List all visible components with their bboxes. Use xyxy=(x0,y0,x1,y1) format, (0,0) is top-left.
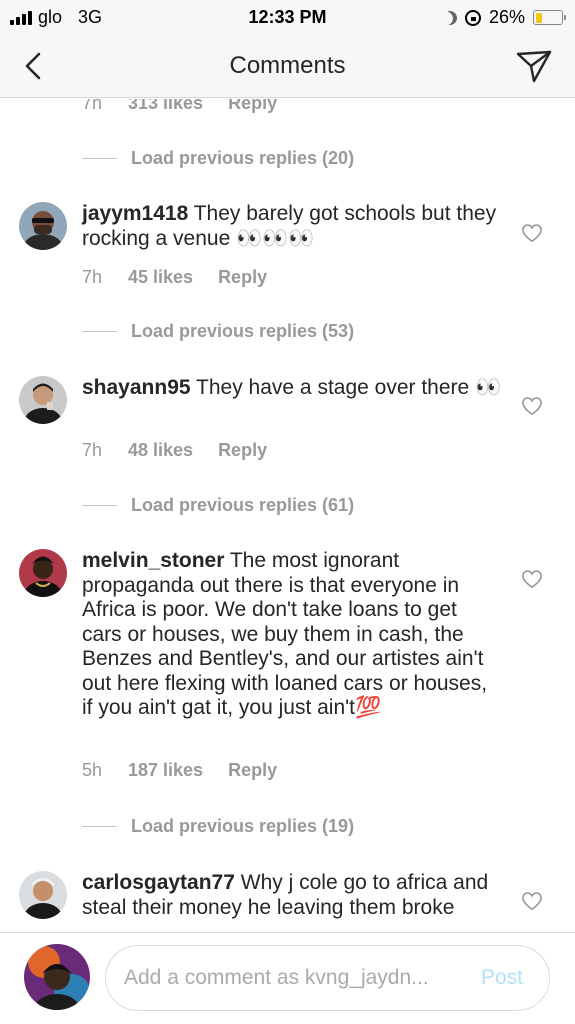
comment-username[interactable]: melvin_stoner xyxy=(82,549,224,572)
comment-body: melvin_stoner The most ignorant propagan… xyxy=(82,549,502,721)
comment-likes[interactable]: 48 likes xyxy=(128,440,193,461)
heart-icon[interactable] xyxy=(521,396,543,416)
heart-icon[interactable] xyxy=(521,223,543,243)
divider-line xyxy=(82,505,117,506)
load-previous-label: Load previous replies (53) xyxy=(131,321,355,341)
load-previous-replies-button[interactable]: Load previous replies (61) xyxy=(82,495,354,516)
reply-button[interactable]: Reply xyxy=(218,267,267,288)
battery-fill xyxy=(535,12,542,23)
do-not-disturb-moon-icon xyxy=(441,9,459,27)
avatar xyxy=(24,944,90,1010)
load-previous-replies-button[interactable]: Load previous replies (20) xyxy=(82,148,354,169)
comment-input[interactable] xyxy=(124,966,444,990)
comment-meta: 7h 48 likes Reply xyxy=(82,440,267,461)
heart-icon[interactable] xyxy=(521,569,543,589)
comment-time: 7h xyxy=(82,267,103,287)
comment-username[interactable]: jayym1418 xyxy=(82,202,188,225)
comment-likes[interactable]: 187 likes xyxy=(128,760,203,781)
divider-line xyxy=(82,158,117,159)
reply-button[interactable]: Reply xyxy=(228,99,277,114)
comment-username[interactable]: carlosgaytan77 xyxy=(82,871,235,894)
comment-meta: 7h 313 likes Reply xyxy=(82,99,277,114)
status-bar: glo 3G 12:33 PM 26% xyxy=(0,0,575,34)
divider-line xyxy=(82,826,117,827)
avatar[interactable] xyxy=(19,376,67,424)
comment-likes[interactable]: 313 likes xyxy=(128,99,203,114)
comment-time: 5h xyxy=(82,760,103,780)
comment-username[interactable]: shayann95 xyxy=(82,376,191,399)
comment-likes[interactable]: 45 likes xyxy=(128,267,193,288)
comment-body: jayym1418 They barely got schools but th… xyxy=(82,202,502,251)
page-title: Comments xyxy=(229,52,346,79)
battery-icon xyxy=(533,10,566,25)
comment-text: The most ignorant propaganda out there i… xyxy=(82,549,488,719)
reply-button[interactable]: Reply xyxy=(228,760,277,781)
avatar[interactable] xyxy=(19,202,67,250)
comment-time: 7h xyxy=(82,99,103,113)
comments-list[interactable]: 7h 313 likes Reply Load previous replies… xyxy=(0,99,575,932)
reply-button[interactable]: Reply xyxy=(218,440,267,461)
orientation-lock-icon xyxy=(464,9,481,26)
load-previous-replies-button[interactable]: Load previous replies (53) xyxy=(82,321,354,342)
nav-header: Comments xyxy=(0,34,575,98)
comment-text: They have a stage over there 👀 xyxy=(196,376,502,399)
comment-input-box: Post xyxy=(105,945,550,1011)
comment-meta: 5h 187 likes Reply xyxy=(82,760,277,781)
comment-composer: Post xyxy=(0,932,575,1024)
heart-icon[interactable] xyxy=(521,891,543,911)
load-previous-label: Load previous replies (20) xyxy=(131,148,355,168)
comment-body: carlosgaytan77 Why j cole go to africa a… xyxy=(82,871,502,920)
avatar[interactable] xyxy=(19,871,67,919)
post-button[interactable]: Post xyxy=(481,966,523,990)
load-previous-replies-button[interactable]: Load previous replies (19) xyxy=(82,816,354,837)
load-previous-label: Load previous replies (19) xyxy=(131,816,355,836)
divider-line xyxy=(82,331,117,332)
battery-percent: 26% xyxy=(488,7,525,27)
status-right: 26% xyxy=(441,7,566,28)
comment-body: shayann95 They have a stage over there 👀 xyxy=(82,376,502,401)
comment-time: 7h xyxy=(82,440,103,460)
comment-meta: 7h 45 likes Reply xyxy=(82,267,267,288)
load-previous-label: Load previous replies (61) xyxy=(131,495,355,515)
paper-plane-icon[interactable] xyxy=(515,48,553,84)
avatar[interactable] xyxy=(19,549,67,597)
